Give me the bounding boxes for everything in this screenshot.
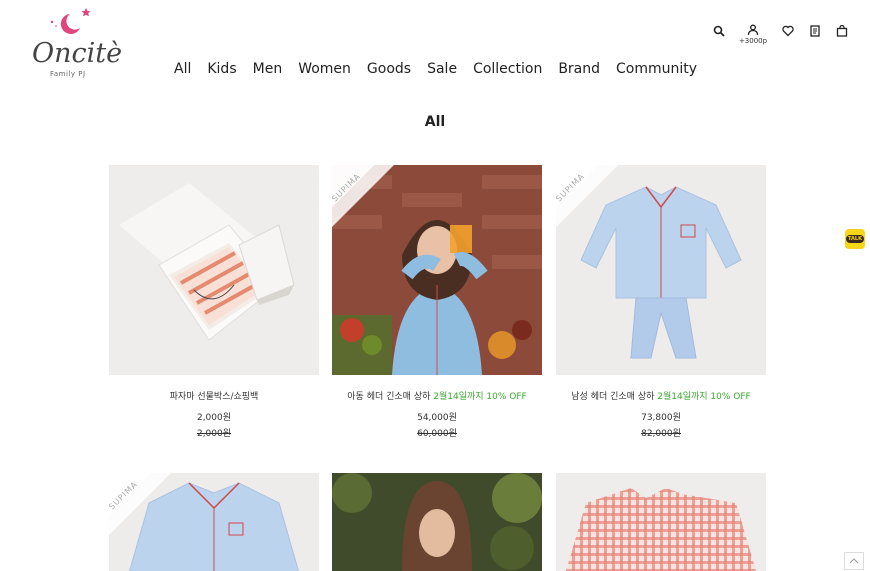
- supima-badge: SUPIMA: [109, 473, 171, 535]
- page-title: All: [424, 114, 446, 130]
- supima-badge: SUPIMA: [332, 165, 394, 227]
- product-name[interactable]: 파자마 선물박스/쇼핑백: [109, 389, 319, 402]
- product-card[interactable]: [332, 473, 542, 571]
- product-image[interactable]: [556, 473, 766, 571]
- document-icon[interactable]: [808, 24, 821, 37]
- nav-item-sale[interactable]: Sale: [427, 61, 457, 77]
- brand-wordmark: Oncitè: [32, 38, 123, 69]
- kakao-talk-button[interactable]: TALK: [845, 229, 865, 249]
- chevron-up-icon: [849, 558, 859, 564]
- scroll-top-button[interactable]: [844, 552, 864, 570]
- nav-item-women[interactable]: Women: [298, 61, 351, 77]
- bag-icon[interactable]: [835, 24, 848, 37]
- product-name[interactable]: 아동 헤더 긴소매 상하 2월14일까지 10% OFF: [332, 389, 542, 402]
- product-price: 73,800원: [641, 413, 681, 423]
- product-original-price: 2,000원: [196, 429, 232, 439]
- search-icon[interactable]: [712, 24, 725, 37]
- product-image[interactable]: [109, 165, 319, 375]
- product-card[interactable]: 파자마 선물박스/쇼핑백 2,000원 2,000원: [109, 165, 319, 439]
- product-price: 54,000원: [417, 413, 457, 423]
- supima-badge: SUPIMA: [556, 165, 618, 227]
- heart-icon[interactable]: [781, 24, 794, 37]
- brand-tagline: Family PJ: [50, 70, 86, 78]
- nav-item-collection[interactable]: Collection: [473, 61, 542, 77]
- user-icon: [747, 24, 759, 36]
- product-image[interactable]: SUPIMA: [109, 473, 319, 571]
- nav-item-goods[interactable]: Goods: [367, 61, 411, 77]
- product-info: 파자마 선물박스/쇼핑백 2,000원 2,000원: [109, 389, 319, 439]
- main-nav: All Kids Men Women Goods Sale Collection…: [174, 61, 713, 77]
- brand-logo[interactable]: Oncitè Family PJ: [30, 8, 122, 78]
- product-info: 남성 헤더 긴소매 상하 2월14일까지 10% OFF 73,800원 82,…: [556, 389, 766, 439]
- header-tools: +3000p: [712, 24, 848, 45]
- product-original-price: 82,000원: [641, 429, 681, 439]
- product-name[interactable]: 남성 헤더 긴소매 상하 2월14일까지 10% OFF: [556, 389, 766, 402]
- points-badge: +3000p: [738, 37, 768, 45]
- kakao-talk-label: TALK: [846, 235, 864, 243]
- account-button[interactable]: +3000p: [739, 24, 767, 45]
- product-info: 아동 헤더 긴소매 상하 2월14일까지 10% OFF 54,000원 60,…: [332, 389, 542, 439]
- product-image[interactable]: SUPIMA: [332, 165, 542, 375]
- product-card[interactable]: SUPIMA: [109, 473, 319, 571]
- product-price: 2,000원: [196, 413, 232, 423]
- product-card[interactable]: SUPIMA 아동 헤더 긴소매 상하 2월14일까지 10% OFF 54,0…: [332, 165, 542, 439]
- nav-item-community[interactable]: Community: [616, 61, 697, 77]
- nav-item-men[interactable]: Men: [253, 61, 283, 77]
- nav-item-all[interactable]: All: [174, 61, 191, 77]
- nav-item-kids[interactable]: Kids: [207, 61, 236, 77]
- product-original-price: 60,000원: [417, 429, 457, 439]
- product-image[interactable]: SUPIMA: [556, 165, 766, 375]
- product-image[interactable]: [332, 473, 542, 571]
- nav-item-brand[interactable]: Brand: [558, 61, 600, 77]
- product-card[interactable]: SUPIMA 남성 헤더 긴소매 상하 2월14일까지 10% OFF 73,8…: [556, 165, 766, 439]
- product-card[interactable]: [556, 473, 766, 571]
